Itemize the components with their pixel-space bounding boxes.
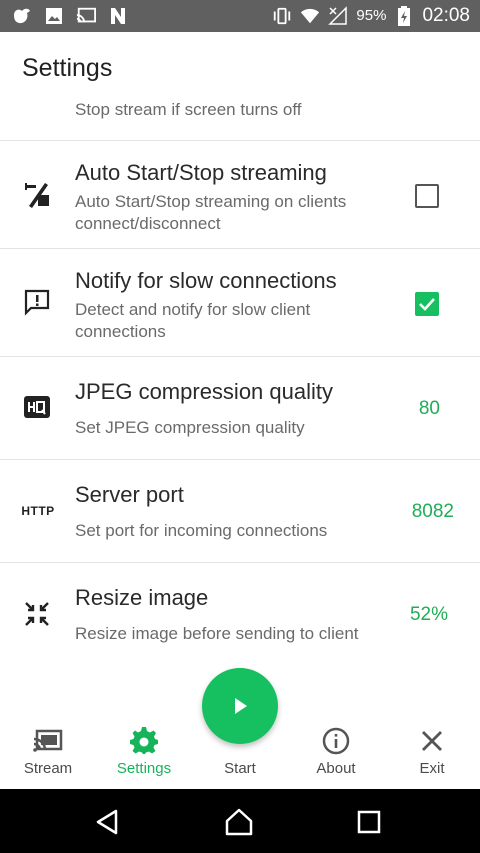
setting-subtitle: Resize image before sending to client <box>75 624 359 643</box>
setting-jpeg-quality[interactable]: JPEG compression quality Set JPEG compre… <box>0 357 480 460</box>
settings-list: Stop stream if screen turns off Auto Sta… <box>0 92 480 712</box>
play-icon <box>235 698 247 714</box>
nav-label: About <box>316 760 356 777</box>
auto-start-stop-icon <box>22 179 52 209</box>
auto-start-stop-checkbox[interactable] <box>415 184 439 208</box>
nav-label: Stream <box>23 760 73 777</box>
setting-subtitle: Detect and notify for slow client connec… <box>75 300 311 341</box>
cast-notification-icon <box>76 6 96 26</box>
nav-label: Start <box>224 760 256 777</box>
setting-subtitle: Set port for incoming connections <box>75 521 328 540</box>
setting-notify-slow[interactable]: Notify for slow connections Detect and n… <box>0 249 480 357</box>
info-icon <box>320 726 352 756</box>
setting-title: Notify for slow connections <box>75 268 337 293</box>
setting-subtitle: Auto Start/Stop streaming on clients con… <box>75 192 347 233</box>
setting-title: Server port <box>75 482 184 507</box>
clock: 02:08 <box>422 5 470 26</box>
setting-title: Resize image <box>75 585 209 610</box>
setting-subtitle: Set JPEG compression quality <box>75 418 305 437</box>
system-navigation-bar <box>0 789 480 853</box>
setting-subtitle: Stop stream if screen turns off <box>75 100 302 119</box>
resize-icon <box>22 599 52 629</box>
nav-settings[interactable]: Settings <box>96 712 192 789</box>
server-port-value: 8082 <box>411 501 454 522</box>
check-icon <box>419 298 435 311</box>
bird-notification-icon <box>12 6 32 26</box>
nav-stream[interactable]: Stream <box>0 712 96 789</box>
battery-percent: 95% <box>356 7 387 24</box>
feedback-icon <box>22 287 52 317</box>
home-icon[interactable] <box>224 807 254 837</box>
vibrate-icon <box>272 6 292 26</box>
nav-exit[interactable]: Exit <box>384 712 480 789</box>
setting-title: JPEG compression quality <box>75 379 333 404</box>
back-icon[interactable] <box>92 807 122 837</box>
setting-server-port[interactable]: HTTP Server port Set port for incoming c… <box>0 460 480 563</box>
close-icon <box>416 726 448 756</box>
setting-stop-on-screen-off[interactable]: Stop stream if screen turns off <box>0 92 480 141</box>
setting-resize-image[interactable]: Resize image Resize image before sending… <box>0 563 480 665</box>
nav-label: Exit <box>419 760 445 777</box>
recents-icon[interactable] <box>354 807 384 837</box>
start-stream-button[interactable] <box>202 668 278 744</box>
hq-icon <box>22 392 52 422</box>
gear-icon <box>128 726 160 756</box>
notify-slow-checkbox[interactable] <box>415 292 439 316</box>
page-title: Settings <box>22 54 113 82</box>
resize-image-value: 52% <box>409 604 448 625</box>
signal-icon <box>328 6 348 26</box>
n-notification-icon <box>108 6 128 26</box>
setting-title: Auto Start/Stop streaming <box>75 160 327 185</box>
image-notification-icon <box>44 6 64 26</box>
setting-auto-start-stop[interactable]: Auto Start/Stop streaming Auto Start/Sto… <box>0 141 480 249</box>
wifi-icon <box>300 6 320 26</box>
jpeg-quality-value: 80 <box>418 398 440 419</box>
battery-charging-icon <box>394 6 414 26</box>
http-icon: HTTP <box>21 504 55 518</box>
nav-label: Settings <box>116 760 172 777</box>
cast-icon <box>32 726 64 756</box>
status-bar: 95% 02:08 <box>0 0 480 32</box>
nav-about[interactable]: About <box>288 712 384 789</box>
